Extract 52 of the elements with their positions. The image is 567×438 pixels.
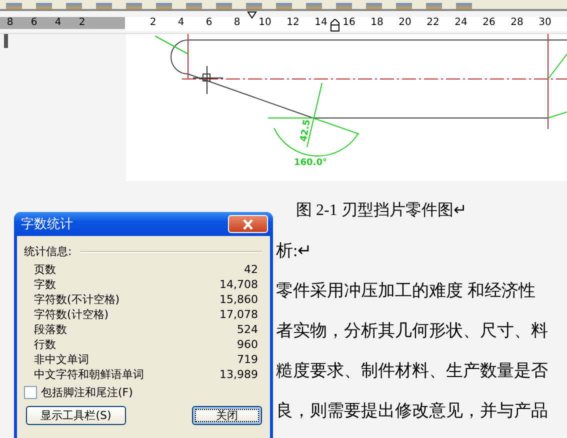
figure-caption: 图 2-1 刃型挡片零件图↵	[296, 200, 466, 221]
dialog-button[interactable]: 关闭	[192, 406, 262, 425]
tab-marker-icon[interactable]	[330, 19, 340, 32]
ruler-number: 4	[176, 17, 186, 30]
ruler-number: 12	[286, 17, 300, 30]
stat-label: 字符数(不计空格)	[34, 292, 120, 307]
ruler-number: 20	[398, 17, 412, 30]
checkbox[interactable]	[24, 386, 37, 399]
stat-value: 42	[244, 262, 258, 277]
ruler-number: 2	[78, 17, 86, 29]
ruler-number: 30	[538, 17, 552, 30]
paragraph-text: 析:↵	[276, 240, 312, 262]
stat-value: 13,989	[220, 367, 258, 382]
ruler-number: 8	[6, 17, 14, 29]
close-icon	[242, 218, 254, 230]
paragraph-text: 良，则需要提出修改意见，并与产品	[276, 400, 548, 422]
ruler-number: 10	[258, 17, 272, 30]
stat-label: 中文字符和朝鲜语单词	[34, 367, 144, 382]
ruler-number: 4	[54, 17, 62, 29]
stat-value: 17,078	[220, 307, 258, 322]
close-button[interactable]	[228, 215, 268, 233]
paragraph-text: 糙度要求、制件材料、生产数量是否	[276, 360, 548, 382]
stat-value: 719	[237, 352, 258, 367]
stat-value: 524	[237, 322, 258, 337]
ruler-number: 24	[454, 17, 468, 30]
ruler-number: 8	[232, 17, 242, 30]
ruler-number: 6	[204, 17, 214, 30]
dialog-title: 字数统计	[21, 216, 73, 233]
section-label: 统计信息:	[24, 244, 72, 259]
checkbox-label: 包括脚注和尾注(F)	[41, 385, 133, 400]
part-drawing: 42.5 160.0°	[126, 34, 567, 181]
ruler-number: 28	[510, 17, 524, 30]
stat-label: 字数	[34, 277, 56, 292]
stat-value: 960	[237, 337, 258, 352]
ruler-number: 14	[314, 17, 328, 30]
ruler-number: 26	[482, 17, 496, 30]
stat-value: 15,860	[220, 292, 258, 307]
ruler-number: 6	[30, 17, 38, 29]
ruler-number: 22	[426, 17, 440, 30]
paragraph-text: 者实物，分析其几何形状、尺寸、料	[276, 320, 548, 342]
stat-label: 段落数	[34, 322, 67, 337]
stat-label: 页数	[34, 262, 56, 277]
stat-value: 14,708	[220, 277, 258, 292]
stat-label: 非中文单词	[34, 352, 89, 367]
stat-label: 字符数(计空格)	[34, 307, 109, 322]
stat-label: 行数	[34, 337, 56, 352]
ruler-number: 18	[370, 17, 384, 30]
ruler-number: 2	[148, 17, 158, 30]
paragraph-text: 零件采用冲压加工的难度 和经济性	[276, 280, 536, 302]
ruler-number: 16	[342, 17, 356, 30]
vertical-ruler	[4, 34, 8, 48]
dialog-button[interactable]: 显示工具栏(S)	[26, 406, 126, 425]
